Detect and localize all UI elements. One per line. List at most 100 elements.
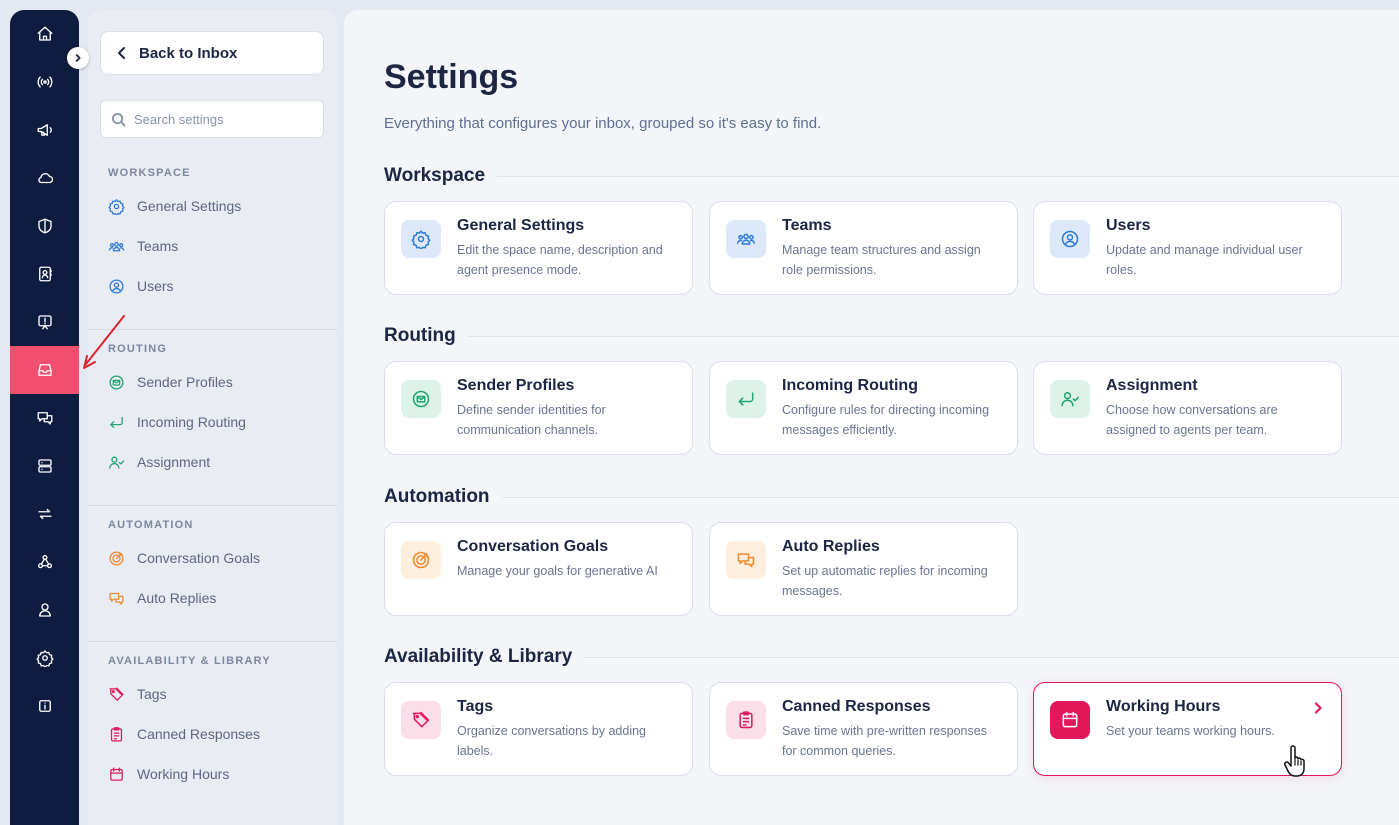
gear-icon (108, 198, 125, 215)
clipboard-icon (739, 711, 753, 729)
rail-servers[interactable] (10, 442, 79, 490)
mail-badge-icon (412, 390, 430, 408)
user-check-icon (109, 456, 125, 469)
mail-badge-icon (109, 374, 124, 390)
sidebar-item-auto-replies[interactable]: Auto Replies (108, 583, 216, 613)
sidebar-item-label: Users (137, 278, 174, 294)
rail-cloud[interactable] (10, 154, 79, 202)
sidebar-item-conversation-goals[interactable]: Conversation Goals (108, 543, 260, 573)
rail-reports[interactable] (10, 298, 79, 346)
sidebar-item-label: Tags (137, 686, 167, 702)
card-chevron (1311, 701, 1325, 720)
sidebar-item-assignment[interactable]: Assignment (108, 447, 210, 477)
search-icon (111, 112, 126, 127)
card-description: Manage team structures and assign role p… (782, 243, 981, 277)
card-icon-box (726, 220, 766, 258)
search-input[interactable] (134, 111, 314, 127)
card-icon-box (726, 380, 766, 418)
user-circle-icon (1061, 230, 1079, 248)
card-description: Update and manage individual user roles. (1106, 243, 1303, 277)
section-title-automation: Automation (384, 486, 502, 508)
card-title: Teams (782, 217, 832, 234)
chat-bubbles-icon (737, 553, 755, 568)
card-sender-profiles[interactable]: Sender Profiles Define sender identities… (384, 361, 693, 455)
card-title: Canned Responses (782, 698, 931, 715)
rail-integrations[interactable] (10, 538, 79, 586)
tag-icon (109, 686, 124, 701)
settings-main: Settings Everything that configures your… (344, 10, 1399, 825)
card-description: Set up automatic replies for incoming me… (782, 564, 988, 598)
back-to-inbox-label: Back to Inbox (139, 44, 238, 62)
card-canned-responses[interactable]: Canned Responses Save time with pre-writ… (709, 682, 1018, 776)
sidebar-item-users[interactable]: Users (108, 271, 174, 301)
rail-info[interactable] (10, 682, 79, 730)
user-circle-icon (109, 278, 124, 294)
sidebar-item-teams[interactable]: Teams (108, 231, 178, 261)
sidebar-item-incoming-routing[interactable]: Incoming Routing (108, 407, 246, 437)
card-description: Configure rules for directing incoming m… (782, 403, 990, 437)
megaphone-icon (37, 124, 52, 136)
annotation-arrow (83, 315, 125, 369)
card-incoming-routing[interactable]: Incoming Routing Configure rules for dir… (709, 361, 1018, 455)
card-assignment[interactable]: Assignment Choose how conversations are … (1033, 361, 1342, 455)
page-subtitle: Everything that configures your inbox, g… (384, 115, 822, 132)
shield-icon (37, 218, 52, 234)
target-icon (109, 550, 124, 566)
sidebar-item-working-hours[interactable]: Working Hours (108, 759, 229, 789)
rail-campaigns[interactable] (10, 106, 79, 154)
nav-heading-availability-library: AVAILABILITY & LIBRARY (108, 655, 271, 667)
sidebar-item-label: Sender Profiles (137, 374, 233, 390)
card-general-settings[interactable]: General Settings Edit the space name, de… (384, 201, 693, 295)
back-to-inbox-button[interactable]: Back to Inbox (100, 31, 324, 75)
return-arrow-icon (110, 416, 123, 428)
card-title: Working Hours (1106, 698, 1221, 715)
card-auto-replies[interactable]: Auto Replies Set up automatic replies fo… (709, 522, 1018, 616)
card-title: Tags (457, 698, 494, 715)
webhook-icon (37, 554, 52, 569)
rail-settings[interactable] (10, 634, 79, 682)
chevron-left-icon (118, 47, 125, 59)
chevron-right-icon (75, 54, 81, 62)
card-description: Set your teams working hours. (1106, 724, 1275, 738)
chat-bubbles-icon (109, 592, 124, 605)
gear-icon (411, 230, 431, 249)
settings-search[interactable] (100, 100, 324, 138)
card-teams[interactable]: Teams Manage team structures and assign … (709, 201, 1018, 295)
rail-security[interactable] (10, 202, 79, 250)
contacts-icon (38, 266, 52, 282)
sidebar-item-label: Conversation Goals (137, 550, 260, 566)
section-title-workspace: Workspace (384, 165, 498, 187)
section-title-availability-library: Availability & Library (384, 646, 585, 668)
target-icon (412, 551, 430, 569)
sidebar-item-label: Auto Replies (137, 590, 217, 606)
card-title: Conversation Goals (457, 538, 609, 555)
sidebar-item-label: Canned Responses (137, 726, 260, 742)
rail-contacts[interactable] (10, 250, 79, 298)
sidebar-item-general-settings[interactable]: General Settings (108, 191, 241, 221)
card-icon-box (401, 701, 441, 739)
rail-chat[interactable] (10, 394, 79, 442)
card-icon-box (1050, 701, 1090, 739)
rail-sync[interactable] (10, 490, 79, 538)
card-conversation-goals[interactable]: Conversation Goals Manage your goals for… (384, 522, 693, 616)
rail-broadcast[interactable] (10, 58, 79, 106)
card-users[interactable]: Users Update and manage individual user … (1033, 201, 1342, 295)
card-title: Assignment (1106, 377, 1198, 394)
card-title: Auto Replies (782, 538, 880, 555)
rail-expand-button[interactable] (67, 47, 89, 69)
card-description: Edit the space name, description and age… (457, 243, 663, 277)
nav-heading-workspace: WORKSPACE (108, 167, 191, 179)
card-tags[interactable]: Tags Organize conversations by adding la… (384, 682, 693, 776)
rail-profile[interactable] (10, 586, 79, 634)
settings-icon (35, 650, 54, 667)
sidebar-item-canned-responses[interactable]: Canned Responses (108, 719, 260, 749)
calendar-icon (110, 766, 123, 781)
return-arrow-icon (738, 392, 754, 406)
info-icon (38, 700, 51, 712)
card-description: Define sender identities for communicati… (457, 403, 606, 437)
rail-inbox[interactable] (10, 346, 79, 394)
card-description: Save time with pre-written responses for… (782, 724, 987, 758)
broadcast-icon (37, 76, 52, 88)
card-title: General Settings (457, 217, 585, 234)
sidebar-item-tags[interactable]: Tags (108, 679, 167, 709)
